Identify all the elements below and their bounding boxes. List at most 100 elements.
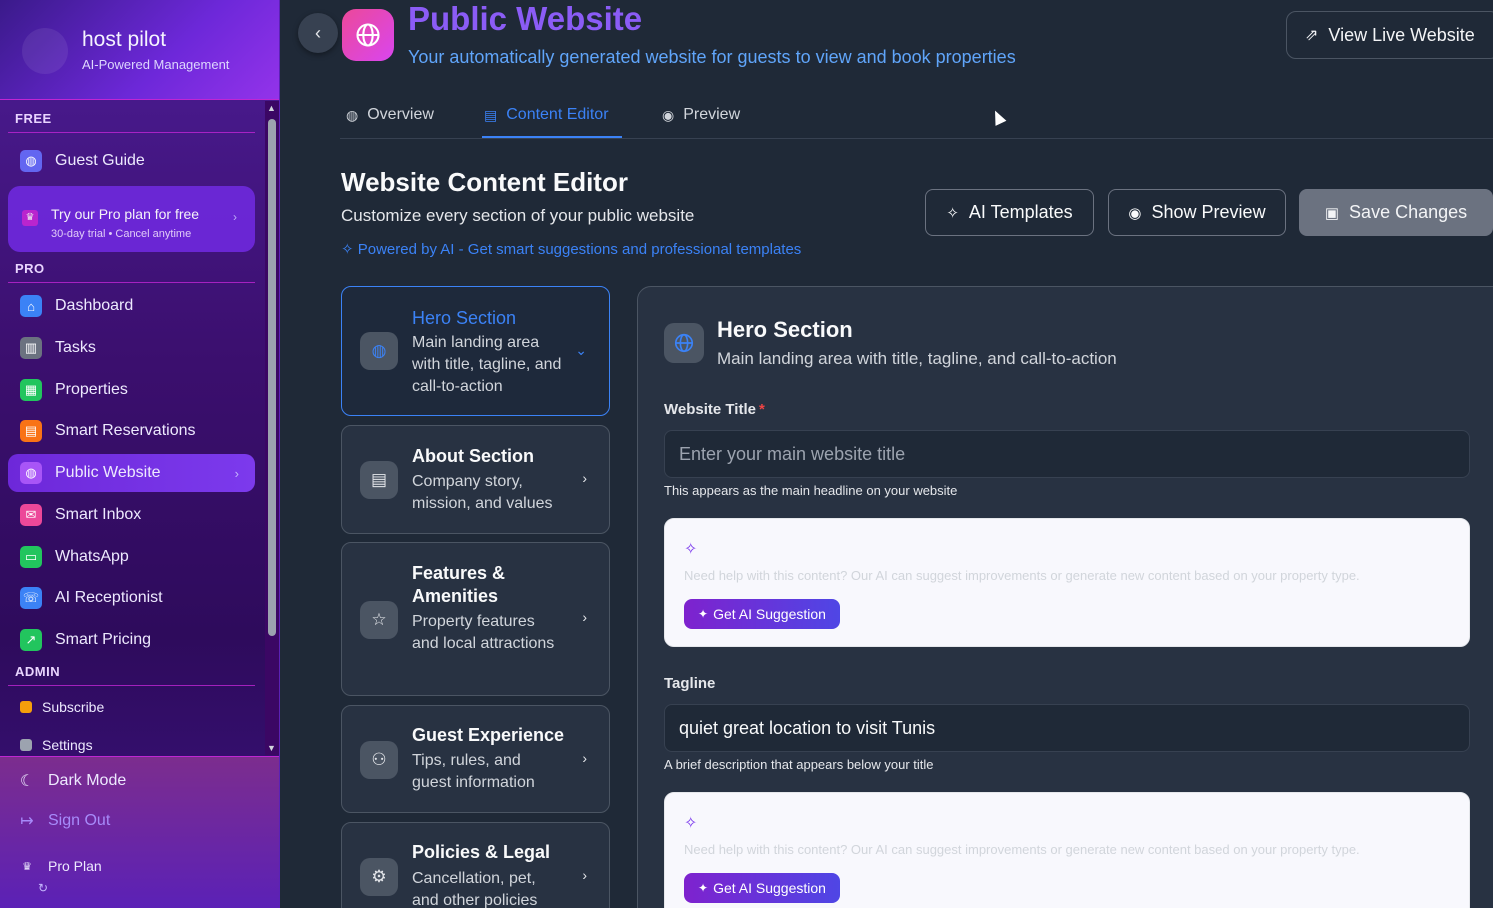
document-icon: ▤ — [484, 106, 498, 123]
sidebar-item-public-website[interactable]: ◍ Public Website › — [8, 454, 255, 492]
divider — [8, 685, 255, 686]
brand-name: host pilot — [82, 28, 167, 51]
tab-overview[interactable]: ◍ Overview — [346, 106, 434, 124]
sidebar-item-label: Smart Reservations — [55, 422, 196, 439]
logo — [22, 28, 68, 74]
section-card-features[interactable]: ☆ Features & Amenities Property features… — [341, 542, 610, 696]
save-changes-button[interactable]: ▣ Save Changes — [1299, 189, 1493, 236]
tagline-input[interactable]: quiet great location to visit Tunis — [664, 704, 1470, 752]
sidebar-item-dashboard[interactable]: ⌂ Dashboard — [8, 287, 255, 325]
tab-preview[interactable]: ◉ Preview — [662, 106, 740, 124]
panel-icon — [664, 323, 704, 363]
users-icon: ⚇ — [360, 741, 398, 779]
page-icon — [342, 9, 394, 61]
section-name: Guest Experience — [412, 725, 565, 745]
sidebar-header: host pilot AI-Powered Management — [0, 0, 279, 100]
section-pro-label: PRO — [15, 261, 45, 276]
sidebar-item-label: Public Website — [55, 464, 161, 481]
divider — [8, 282, 255, 283]
ai-templates-button[interactable]: ✧ AI Templates — [925, 189, 1094, 236]
sparkles-icon: ✧ — [684, 815, 698, 832]
pro-trial-promo[interactable]: ♛ Try our Pro plan for free 30-day trial… — [8, 186, 255, 252]
page-subtitle: Your automatically generated website for… — [408, 47, 1016, 67]
tab-label: Preview — [683, 106, 741, 123]
plan-label: Pro Plan — [48, 858, 102, 874]
promo-subtitle: 30-day trial • Cancel anytime — [51, 228, 192, 240]
section-name: About Section — [412, 446, 534, 466]
brand-tagline: AI-Powered Management — [82, 57, 230, 72]
sidebar-item-subscribe[interactable]: Subscribe — [20, 699, 104, 715]
sidebar-item-label: WhatsApp — [55, 548, 129, 565]
scroll-down-icon[interactable]: ▼ — [267, 743, 276, 753]
ai-powered-note: ✧ Powered by AI - Get smart suggestions … — [341, 240, 801, 258]
sidebar-item-ai-receptionist[interactable]: ☏ AI Receptionist — [8, 579, 255, 617]
page-title: Public Website — [408, 0, 643, 37]
sidebar-scrollbar[interactable]: ▲ ▼ — [265, 101, 279, 755]
logout-icon: ↦ — [20, 813, 34, 830]
globe-icon — [674, 333, 694, 353]
sidebar-item-smart-inbox[interactable]: ✉ Smart Inbox — [8, 496, 255, 534]
section-free-label: FREE — [15, 111, 52, 126]
section-admin-label: ADMIN — [15, 664, 61, 679]
section-desc: Cancellation, pet, and other policies — [412, 870, 538, 908]
get-ai-suggestion-button[interactable]: ✦ Get AI Suggestion — [684, 599, 840, 629]
scroll-up-icon[interactable]: ▲ — [267, 103, 276, 113]
sidebar-item-label: Smart Pricing — [55, 631, 152, 648]
ai-help-text: Need help with this content? Our AI can … — [684, 842, 1360, 857]
phone-icon: ☏ — [20, 587, 42, 609]
moon-icon: ☾ — [19, 773, 35, 790]
tab-label: Content Editor — [506, 106, 609, 123]
section-name: Hero Section — [412, 308, 517, 328]
required-marker: * — [758, 401, 765, 418]
tab-content-editor[interactable]: ▤ Content Editor — [484, 106, 609, 124]
section-card-guest-experience[interactable]: ⚇ Guest Experience Tips, rules, and gues… — [341, 705, 610, 813]
back-button[interactable]: ‹ — [298, 13, 338, 53]
crown-icon: ♛ — [22, 210, 38, 226]
section-desc: Tips, rules, and guest information — [412, 752, 535, 791]
tagline-label: Tagline — [664, 675, 716, 692]
get-ai-suggestion-button[interactable]: ✦ Get AI Suggestion — [684, 873, 840, 903]
chevron-right-icon: › — [582, 470, 587, 486]
trend-icon: ↗ — [20, 629, 42, 651]
section-card-policies[interactable]: ⚙ Policies & Legal Cancellation, pet, an… — [341, 822, 610, 908]
globe-icon: ◍ — [20, 462, 42, 484]
sidebar-item-settings[interactable]: Settings — [20, 737, 93, 753]
view-live-website-button[interactable]: ⇗ View Live Website — [1286, 11, 1493, 59]
dark-mode-toggle[interactable]: ☾ Dark Mode — [18, 771, 126, 791]
save-icon: ▣ — [1324, 204, 1340, 222]
globe-icon: ◍ — [20, 150, 42, 172]
chat-icon: ▭ — [20, 546, 42, 568]
magic-wand-icon: ✦ — [698, 607, 709, 621]
section-name: Policies & Legal — [412, 842, 551, 862]
panel-subtitle: Main landing area with title, tagline, a… — [717, 349, 1117, 368]
eye-icon: ◉ — [1128, 204, 1142, 222]
home-icon: ⌂ — [20, 295, 42, 317]
sidebar-item-label: Tasks — [55, 339, 96, 356]
globe-icon: ◍ — [360, 332, 398, 370]
scrollbar-thumb[interactable] — [268, 119, 276, 636]
refresh-icon[interactable]: ↻ — [38, 881, 48, 895]
button-label: AI Templates — [968, 202, 1073, 222]
gear-icon — [20, 739, 32, 751]
globe-icon — [356, 23, 380, 47]
website-title-input[interactable]: Enter your main website title — [664, 430, 1470, 478]
sidebar-item-whatsapp[interactable]: ▭ WhatsApp — [8, 538, 255, 576]
section-card-about[interactable]: ▤ About Section Company story, mission, … — [341, 425, 610, 534]
dark-mode-label: Dark Mode — [48, 772, 127, 789]
chevron-right-icon: › — [582, 609, 587, 625]
section-card-hero[interactable]: ◍ Hero Section Main landing area with ti… — [341, 286, 610, 416]
view-live-label: View Live Website — [1328, 24, 1475, 45]
button-label: Save Changes — [1349, 202, 1468, 222]
sidebar-item-properties[interactable]: ▦ Properties — [8, 371, 255, 409]
sidebar-item-tasks[interactable]: ▥ Tasks — [8, 329, 255, 367]
main-content: ‹ Public Website Your automatically gene… — [280, 0, 1493, 908]
sidebar-item-guest-guide[interactable]: ◍ Guest Guide — [8, 142, 255, 180]
sparkles-icon: ✧ — [341, 241, 358, 258]
plan-indicator: ♛ Pro Plan — [18, 858, 102, 874]
sidebar-item-smart-reservations[interactable]: ▤ Smart Reservations — [8, 412, 255, 450]
show-preview-button[interactable]: ◉ Show Preview — [1108, 189, 1286, 236]
sidebar-item-smart-pricing[interactable]: ↗ Smart Pricing — [8, 621, 255, 659]
sidebar-item-label: AI Receptionist — [55, 589, 163, 606]
chevron-right-icon: › — [233, 210, 237, 224]
sign-out-button[interactable]: ↦ Sign Out — [18, 811, 110, 831]
